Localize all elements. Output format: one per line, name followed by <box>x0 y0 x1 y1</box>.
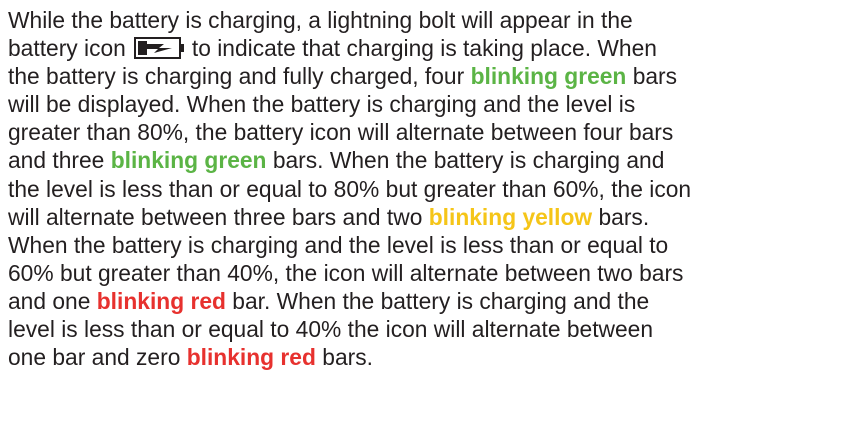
text-span: bars <box>632 63 678 90</box>
text-span: the level is less than or equal to 80% b… <box>8 175 692 202</box>
text-line: the level is less than or equal to 80% b… <box>8 175 843 203</box>
text-line: will be displayed. When the battery is c… <box>8 90 843 118</box>
text-line: 60% but greater than 40%, the icon will … <box>8 259 843 287</box>
text-span: will alternate between three bars and tw… <box>8 203 423 230</box>
text-span: and one <box>8 287 91 314</box>
text-span: bars. <box>598 203 650 230</box>
text-line: When the battery is charging and the lev… <box>8 231 843 259</box>
text-line: greater than 80%, the battery icon will … <box>8 118 843 146</box>
text-span: level is less than or equal to 40% the i… <box>8 316 654 343</box>
text-line: While the battery is charging, a lightni… <box>8 6 843 34</box>
text-line: the battery is charging and fully charge… <box>8 62 843 90</box>
text-span: 60% but greater than 40%, the icon will … <box>8 259 684 286</box>
text-line: one bar and zero blinking red bars. <box>8 343 843 371</box>
text-line: battery icon to indicate that charging is… <box>8 34 843 62</box>
text-line: and three blinking green bars. When the … <box>8 146 843 174</box>
text-span: to indicate that charging is taking plac… <box>191 35 657 62</box>
text-span: When the battery is charging and the lev… <box>8 231 669 258</box>
blinking-red-highlight: blinking red <box>186 344 316 371</box>
text-span: bar. When the battery is charging and th… <box>232 287 650 314</box>
text-span: bars. <box>322 344 373 371</box>
text-span: greater than 80%, the battery icon will … <box>8 119 674 146</box>
text-span: one bar and zero <box>8 344 181 371</box>
blinking-red-highlight: blinking red <box>96 287 226 314</box>
blinking-yellow-highlight: blinking yellow <box>428 203 593 230</box>
blinking-green-highlight: blinking green <box>110 147 267 174</box>
text-span: bars. When the battery is charging and <box>272 147 665 174</box>
text-line: and one blinking red bar. When the batte… <box>8 287 843 315</box>
text-line: level is less than or equal to 40% the i… <box>8 315 843 343</box>
text-span: battery icon <box>8 35 126 62</box>
text-line: will alternate between three bars and tw… <box>8 203 843 231</box>
text-span: the battery is charging and fully charge… <box>8 63 465 90</box>
text-span: will be displayed. When the battery is c… <box>8 91 636 118</box>
text-span: While the battery is charging, a lightni… <box>8 7 633 33</box>
blinking-green-highlight: blinking green <box>470 63 627 90</box>
battery-charging-icon <box>133 37 184 60</box>
document-page: While the battery is charging, a lightni… <box>0 0 853 437</box>
battery-charging-paragraph: While the battery is charging, a lightni… <box>8 6 843 371</box>
text-span: and three <box>8 147 105 174</box>
